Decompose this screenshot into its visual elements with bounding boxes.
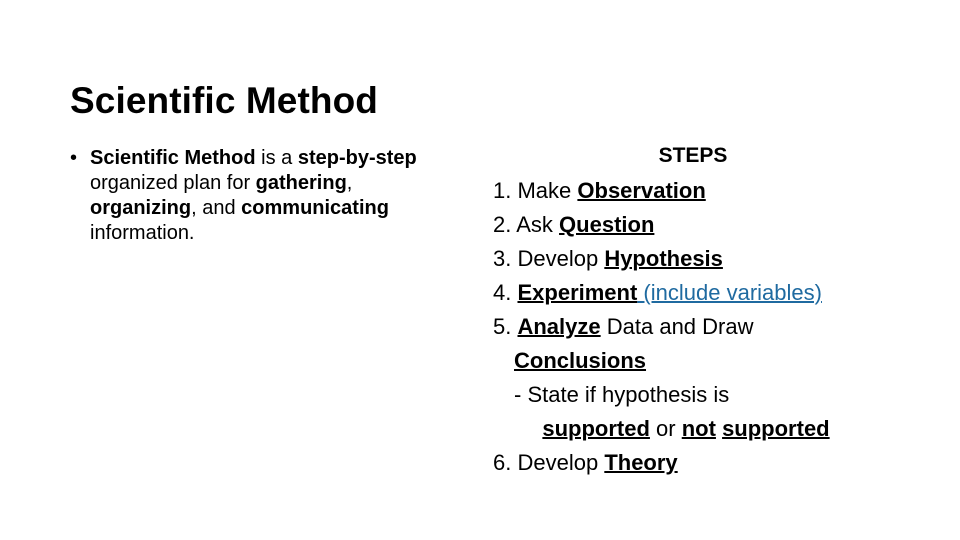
definition-seg-8: , and: [191, 197, 242, 219]
definition-seg-10: information.: [90, 222, 195, 244]
step-keyword-experiment: Experiment: [517, 280, 638, 305]
page-title: Scientific Method: [70, 79, 378, 121]
step-keyword-conclusions: Conclusions: [514, 348, 647, 373]
step-keyword-theory: Theory: [604, 450, 678, 475]
step-item-4: 4. Experiment (include variables): [466, 276, 906, 310]
sub-note-text-1: - State if hypothesis is: [514, 382, 730, 407]
steps-header: STEPS: [658, 144, 728, 167]
step-number-3: 3.: [493, 246, 512, 271]
step-item-6: 6. Develop Theory: [466, 446, 906, 480]
step-text-5b: Data and Draw: [600, 314, 754, 339]
step-number-6: 6.: [493, 450, 512, 475]
sub-note-keyword-supported: supported: [542, 416, 650, 441]
left-content-column: • Scientific Method is a step-by-step or…: [68, 146, 464, 246]
step-keyword-question: Question: [559, 212, 655, 237]
step-item-5: 5. Analyze Data and Draw: [466, 310, 906, 344]
definition-seg-2: is a: [255, 147, 298, 169]
term-step-by-step: step-by-step: [297, 147, 417, 169]
step-number-1: 1.: [493, 178, 512, 203]
step-item-2: 2. Ask Question: [466, 208, 906, 242]
steps-column: STEPS 1. Make Observation 2. Ask Questio…: [466, 143, 906, 480]
term-scientific-method: Scientific Method: [90, 147, 256, 169]
sub-note-line-1: - State if hypothesis is: [466, 378, 906, 412]
bullet-dot-icon: •: [70, 147, 78, 169]
step-number-2: 2.: [493, 212, 512, 237]
step-keyword-observation: Observation: [577, 178, 706, 203]
sub-note-keyword-not: not: [681, 416, 716, 441]
term-organizing: organizing: [90, 197, 192, 219]
step-item-3: 3. Develop Hypothesis: [466, 242, 906, 276]
step-number-4: 4.: [493, 280, 512, 305]
step-keyword-hypothesis: Hypothesis: [604, 246, 723, 271]
definition-seg-6: ,: [346, 172, 353, 194]
step-text-6: Develop: [511, 450, 605, 475]
step-text-1: Make: [511, 178, 578, 203]
definition-text: Scientific Method is a step-by-step orga…: [90, 146, 464, 246]
step-text-3: Develop: [511, 246, 605, 271]
list-item: • Scientific Method is a step-by-step or…: [68, 146, 464, 246]
sub-note-text-or: or: [649, 416, 682, 441]
slide-canvas: Scientific Method • Scientific Method is…: [0, 0, 960, 540]
step-item-1: 1. Make Observation: [466, 174, 906, 208]
term-gathering: gathering: [255, 172, 347, 194]
definition-seg-4: organized plan for: [90, 172, 256, 194]
step-keyword-analyze: Analyze: [517, 314, 601, 339]
sub-note-keyword-supported-2: supported: [722, 416, 830, 441]
step-text-2: Ask: [511, 212, 560, 237]
step-item-5-wrap: Conclusions: [466, 344, 906, 378]
step-number-5: 5.: [493, 314, 512, 339]
term-communicating: communicating: [241, 197, 389, 219]
sub-note-line-2: supported or not supported: [466, 412, 906, 446]
include-variables-link[interactable]: (include variables): [637, 280, 822, 305]
